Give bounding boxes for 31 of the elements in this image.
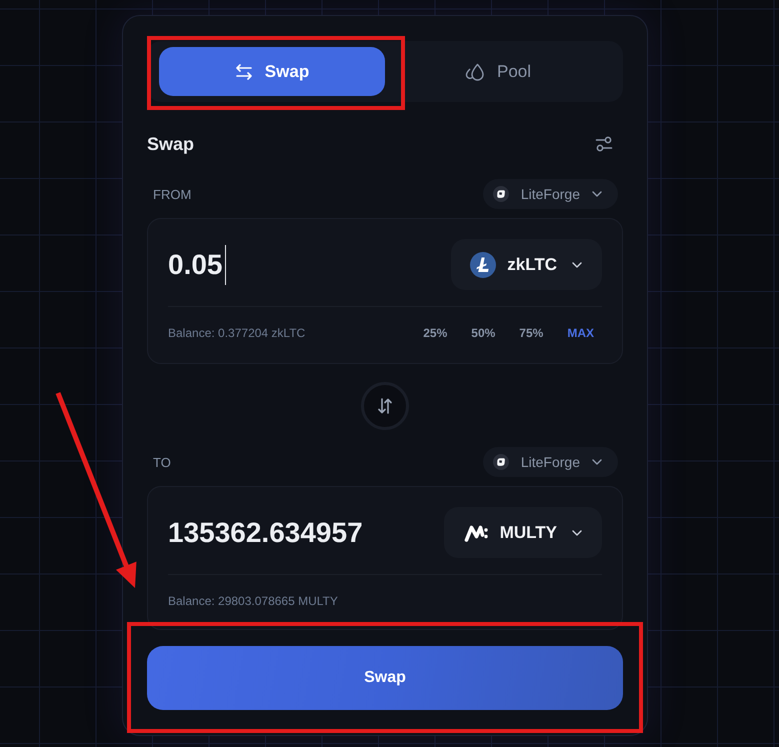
- chevron-down-icon: [572, 530, 582, 536]
- network-selector[interactable]: LiteForge: [482, 179, 618, 209]
- chevron-down-icon: [572, 262, 582, 268]
- token-selector[interactable]: MULTY: [444, 507, 602, 558]
- swap-direction-button[interactable]: [361, 382, 409, 430]
- swap-button[interactable]: Swap: [147, 646, 623, 710]
- coin-icon: [470, 252, 496, 278]
- token-selector[interactable]: zkLTC: [451, 239, 602, 290]
- amount-field[interactable]: 135362.634957: [168, 507, 363, 558]
- section-title: Swap: [147, 134, 194, 154]
- max-button[interactable]: MAX: [567, 326, 594, 340]
- tab[interactable]: Swap: [159, 47, 385, 96]
- percent-button[interactable]: 75%: [519, 326, 544, 340]
- amount-field[interactable]: 0.05: [168, 239, 226, 290]
- percent-button[interactable]: 50%: [471, 326, 496, 340]
- up-down-arrows-icon: [376, 397, 394, 415]
- section-label: TO: [153, 454, 171, 470]
- droplets-icon: [464, 62, 485, 80]
- text-cursor-icon: [224, 244, 226, 284]
- logo-icon: [492, 186, 509, 202]
- chevron-down-icon: [592, 191, 602, 197]
- logo-icon: [492, 454, 509, 470]
- tab[interactable]: Pool: [385, 47, 611, 96]
- swap-arrows-icon: [234, 64, 253, 80]
- balance-text: Balance: 29803.078665 MULTY: [168, 594, 338, 608]
- network-selector[interactable]: LiteForge: [482, 447, 618, 477]
- percent-button[interactable]: 25%: [423, 326, 448, 340]
- section-label: FROM: [153, 186, 192, 202]
- balance-text: Balance: 0.377204 zkLTC: [168, 326, 306, 340]
- chevron-down-icon: [592, 459, 602, 465]
- settings-icon[interactable]: [595, 135, 613, 153]
